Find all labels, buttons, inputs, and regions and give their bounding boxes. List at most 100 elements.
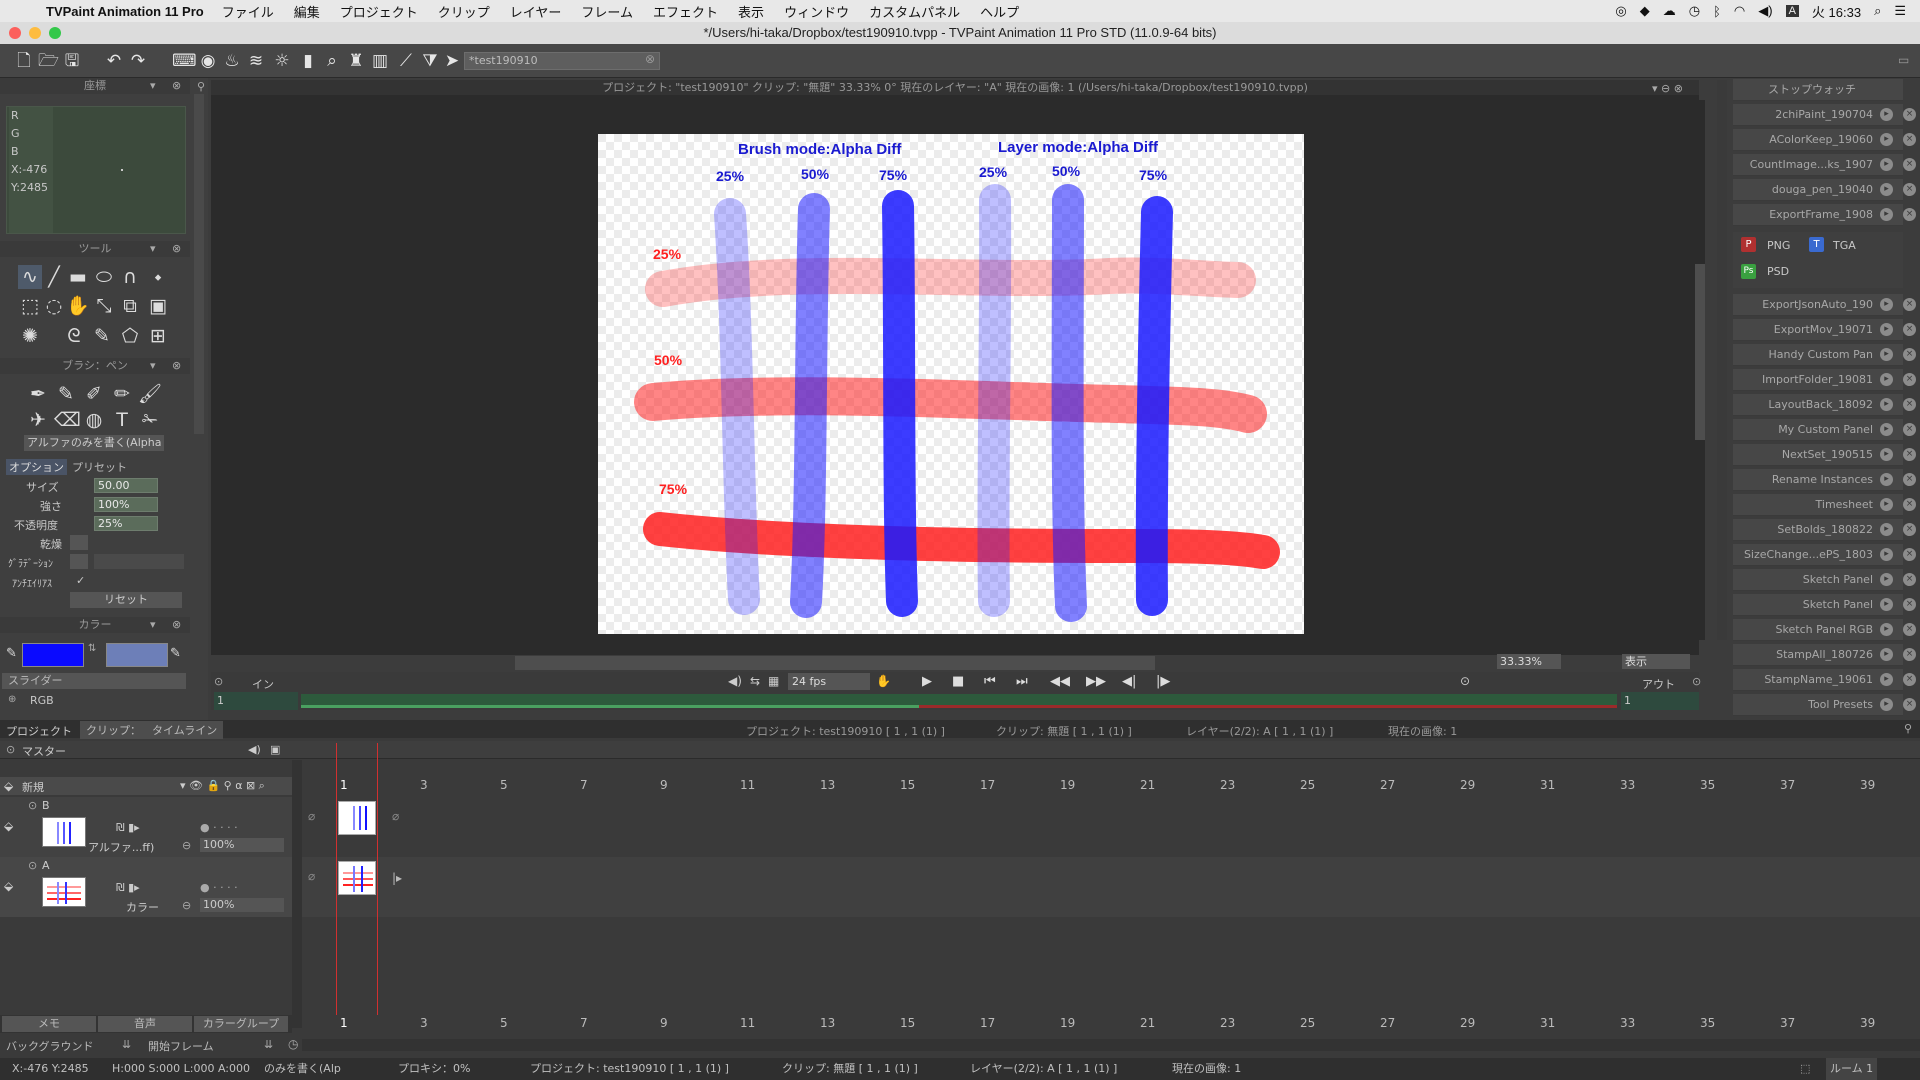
png-label[interactable]: PNG <box>1767 239 1790 252</box>
start-frame-label[interactable]: 開始フレーム <box>148 1038 214 1054</box>
undo-icon[interactable]: ↶ <box>104 51 124 71</box>
frame-number[interactable]: 19 <box>1060 778 1075 792</box>
frame-number[interactable]: 35 <box>1700 778 1715 792</box>
frame-number[interactable]: 23 <box>1220 1016 1235 1030</box>
mesh-tool-icon[interactable]: ⬠ <box>118 324 142 348</box>
custom-panel-item[interactable]: Handy Custom Pan <box>1733 344 1903 366</box>
expand-icon[interactable]: ▸ <box>1880 548 1893 561</box>
tab-memo[interactable]: メモ <box>2 1016 96 1032</box>
custom-panel-item[interactable]: ExportMov_19071 <box>1733 319 1903 341</box>
lasso-tool-icon[interactable]: ◌ <box>42 294 66 318</box>
layer-mode[interactable]: カラー <box>126 899 159 915</box>
histogram-icon[interactable]: ▥ <box>370 51 390 71</box>
tab-color-group[interactable]: カラーグループ <box>194 1016 288 1032</box>
clear-field-icon[interactable]: ⊗ <box>645 52 655 66</box>
strength-field[interactable]: 100% <box>94 497 158 512</box>
room-icon[interactable]: ⬚ <box>1800 1058 1810 1080</box>
special-brush-icon[interactable]: ✁ <box>138 408 162 432</box>
tab-timeline[interactable]: タイムライン <box>146 721 224 739</box>
layer-name[interactable]: A <box>42 859 50 872</box>
custom-panel-item[interactable]: Sketch Panel <box>1733 594 1903 616</box>
line-tool-icon[interactable]: ╱ <box>42 265 66 289</box>
loop-icon[interactable]: ⇆ <box>750 674 760 688</box>
expand-icon[interactable]: ▸ <box>1880 623 1893 636</box>
new-layer-label[interactable]: 新規 <box>22 779 44 795</box>
primary-color-swatch[interactable] <box>22 643 84 667</box>
custom-panel-item[interactable]: AColorKeep_19060 <box>1733 129 1903 151</box>
layer-flags[interactable]: ₪ ▮▸ <box>116 821 140 834</box>
frame-number[interactable]: 9 <box>660 1016 668 1030</box>
camera-tool-icon[interactable]: ▣ <box>146 294 170 318</box>
frame-number[interactable]: 21 <box>1140 1016 1155 1030</box>
blur-brush-icon[interactable]: ◍ <box>82 408 106 432</box>
menu-clip[interactable]: クリップ <box>438 2 490 21</box>
frame-number[interactable]: 11 <box>740 1016 755 1030</box>
file-name-field[interactable]: *test190910 <box>464 52 660 70</box>
light-table-dots[interactable]: ● · · · · <box>200 821 238 834</box>
menu-layer[interactable]: レイヤー <box>510 2 562 21</box>
expand-icon[interactable]: ▸ <box>1880 398 1893 411</box>
selection-tool-icon[interactable]: ⬚ <box>18 294 42 318</box>
stopwatch-header[interactable]: ストップウォッチ <box>1733 79 1903 101</box>
pin-icon[interactable]: ⚲ <box>1904 722 1912 735</box>
light-icon[interactable]: ☼ <box>272 51 292 71</box>
custom-panel-item[interactable]: 2chiPaint_190704 <box>1733 104 1903 126</box>
custom-panel-item[interactable]: SizeChange...ePS_1803 <box>1733 544 1903 566</box>
frame-number[interactable]: 3 <box>420 1016 428 1030</box>
tab-audio[interactable]: 音声 <box>98 1016 192 1032</box>
close-icon[interactable]: × <box>1903 473 1916 486</box>
frame-number[interactable]: 1 <box>340 1016 348 1030</box>
layer-opacity[interactable]: 100% <box>200 898 284 912</box>
frame-number[interactable]: 17 <box>980 1016 995 1030</box>
track-a[interactable]: ⌀ |▸ <box>302 857 1920 917</box>
layer-mode[interactable]: アルファ...ff) <box>88 839 154 855</box>
frame-number[interactable]: 3 <box>420 778 428 792</box>
frame-number[interactable]: 23 <box>1220 778 1235 792</box>
layer-name[interactable]: B <box>42 799 50 812</box>
panel-menu-icon[interactable]: ▾ <box>150 618 156 631</box>
tga-label[interactable]: TGA <box>1833 239 1856 252</box>
menu-custom-panel[interactable]: カスタムパネル <box>869 2 960 21</box>
eyedropper-icon[interactable]: ✎ <box>6 646 17 661</box>
expand-icon[interactable]: ▸ <box>1880 373 1893 386</box>
custom-panel-item[interactable]: Tool Presets <box>1733 694 1903 716</box>
frame-number[interactable]: 5 <box>500 778 508 792</box>
toolbar-menu-icon[interactable]: ▭ <box>1898 53 1909 67</box>
frame-number[interactable]: 39 <box>1860 1016 1875 1030</box>
frame-number[interactable]: 31 <box>1540 778 1555 792</box>
frame-number[interactable]: 27 <box>1380 778 1395 792</box>
expand-icon[interactable]: ⊙ <box>28 799 37 812</box>
warp-tool-icon[interactable]: ✺ <box>18 324 42 348</box>
ellipse-tool-icon[interactable]: ⬭ <box>92 265 116 289</box>
panel-close-icon[interactable]: ⊗ <box>172 359 181 372</box>
pencil-brush-icon[interactable]: ✎ <box>54 382 78 406</box>
close-icon[interactable]: × <box>1903 448 1916 461</box>
expand-icon[interactable]: ▸ <box>1880 498 1893 511</box>
airbrush-icon[interactable]: ✈ <box>26 408 50 432</box>
pin-icon[interactable]: ⚲ <box>197 80 205 93</box>
pen-brush-icon[interactable]: ✒ <box>26 382 50 406</box>
frame-number[interactable]: 7 <box>580 1016 588 1030</box>
brush-mode-dropdown[interactable]: アルファのみを書く(Alpha <box>24 435 164 451</box>
time-machine-icon[interactable]: ◷ <box>1689 3 1700 19</box>
panel-menu-icon[interactable]: ▾ <box>150 79 156 92</box>
redo-icon[interactable]: ↷ <box>128 51 148 71</box>
layer-row-a[interactable]: ⊙ A ⬙ ₪ ▮▸ ● · · · · カラー ⊖ 100% <box>0 857 292 917</box>
spotlight-icon[interactable]: ⌕ <box>1874 3 1881 19</box>
out-frame-field[interactable]: 1 <box>1621 692 1699 710</box>
swap-colors-icon[interactable]: ⇅ <box>88 643 96 654</box>
custom-panel-item[interactable]: Sketch Panel RGB <box>1733 619 1903 641</box>
frame-number[interactable]: 11 <box>740 778 755 792</box>
frame-number[interactable]: 29 <box>1460 778 1475 792</box>
close-icon[interactable]: × <box>1903 373 1916 386</box>
hold-icon[interactable]: |▸ <box>392 871 402 885</box>
canvas-vscroll[interactable] <box>1695 100 1705 640</box>
frame-number[interactable]: 13 <box>820 778 835 792</box>
custom-panel-item[interactable]: SetBolds_180822 <box>1733 519 1903 541</box>
notification-icon[interactable]: ☰ <box>1894 3 1906 19</box>
filter-icon[interactable]: ⧩ <box>420 51 440 71</box>
fps-select[interactable]: 24 fps <box>788 673 870 690</box>
custom-panel-item[interactable]: StampName_19061 <box>1733 669 1903 691</box>
close-icon[interactable]: × <box>1903 498 1916 511</box>
expand-icon[interactable]: ▸ <box>1880 348 1893 361</box>
